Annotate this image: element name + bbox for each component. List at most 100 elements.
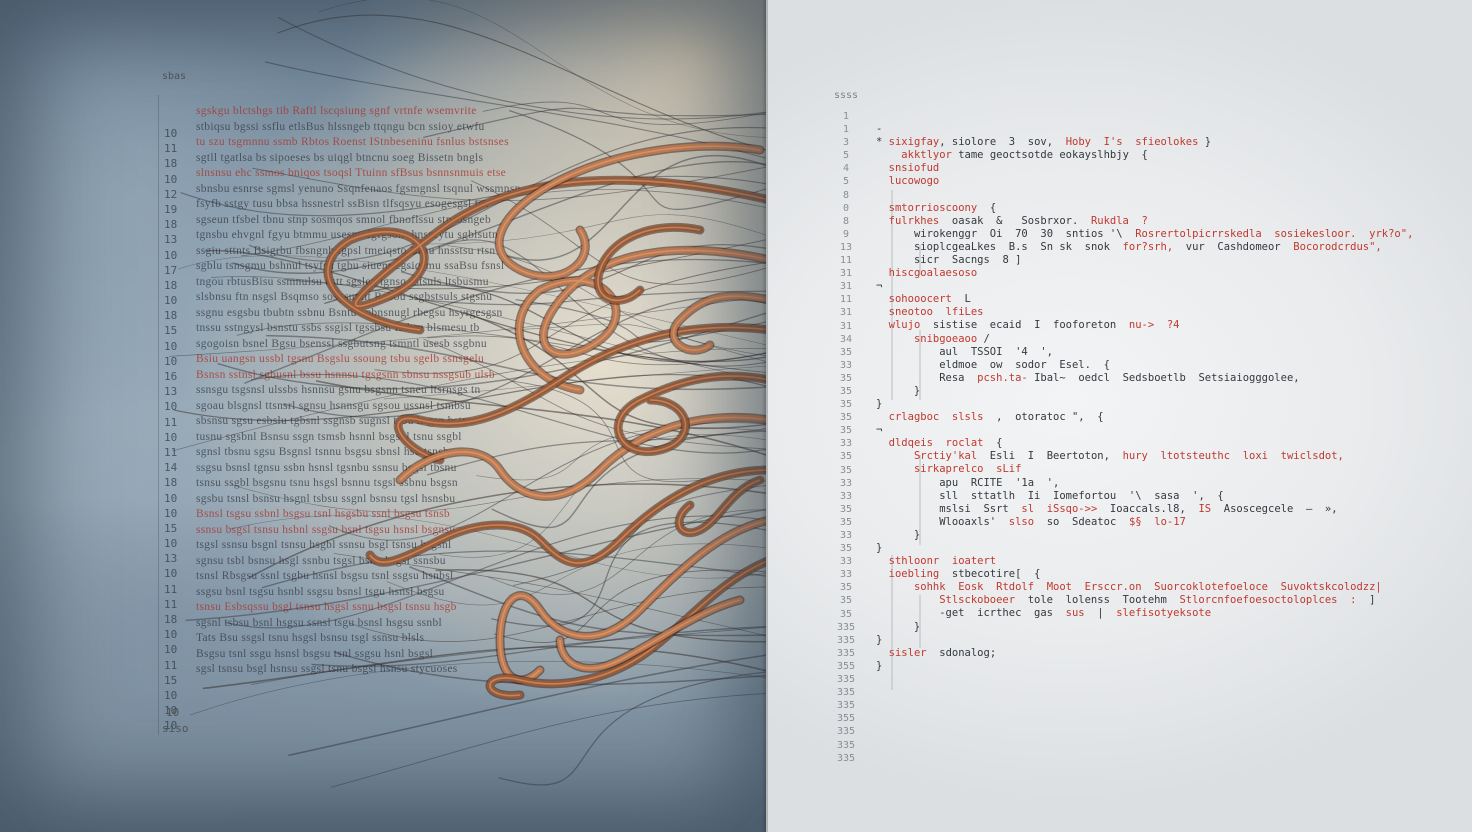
code-token-keyword: pcsh.ta- (977, 371, 1028, 384)
code-listing: - * sixigfay, siolore 3 sov, Hoby I's sfi… (876, 123, 1466, 673)
code-line: } (876, 385, 1466, 398)
code-token-text: { (1204, 489, 1224, 502)
code-token-text: Ii (1027, 489, 1054, 502)
code-token-text: aul TSSOI '4 ', (939, 345, 1054, 358)
code-token-text: } (876, 397, 883, 410)
code-token-keyword: akktlyor (901, 149, 952, 162)
code-token-keyword: ltotsteuthc (1160, 450, 1243, 463)
code-token-text: Wlooaxls' (939, 515, 997, 528)
code-token-text: L (951, 293, 971, 306)
wire-strand (277, 16, 766, 120)
code-token-text: { (1084, 411, 1104, 424)
code-line: aul TSSOI '4 ', (876, 346, 1466, 359)
code-token-keyword: Stlsckoboeer (939, 594, 1016, 607)
code-token-keyword: for?srh, (1122, 240, 1174, 253)
code-token-text: Beertoton, (1046, 450, 1110, 463)
code-line: } (876, 398, 1466, 411)
code-token-text: mslsi Ssrt (939, 502, 1022, 515)
code-token-keyword: nu-> ?4 (1128, 319, 1180, 332)
code-token-keyword: sl iSsqo->> (1021, 502, 1098, 515)
code-token-text: , (983, 411, 1016, 424)
code-token-keyword: fulrkhes (888, 214, 940, 227)
code-token-text: Ibal~ (1034, 371, 1066, 384)
code-token-keyword: sixigfay (888, 136, 940, 149)
code-token-text: – », (1293, 502, 1338, 515)
code-token-text: { (977, 201, 997, 214)
code-line: } (876, 621, 1466, 634)
code-line: sneotoo lfiLes (876, 306, 1466, 319)
code-token-text: Oi 70 30 (977, 227, 1066, 240)
code-token-text: eokayslhbjy { (1053, 149, 1148, 162)
code-line: ¬ (876, 424, 1466, 437)
code-token-text: - (876, 123, 883, 135)
code-token-keyword: ioebling (888, 568, 940, 581)
code-token-text: otoratoc ", (1015, 411, 1085, 424)
code-token-keyword: smtorrioscoony (888, 201, 978, 214)
code-line: sisler sdonalog; (876, 647, 1466, 660)
code-token-text: * (876, 136, 889, 149)
code-token-text: Iomefortou (1053, 489, 1117, 502)
code-token-text: sioplcgeaLkes B.s (913, 240, 1041, 253)
code-token-text: } (876, 659, 883, 672)
code-token-text: siolore 3 sov, (951, 136, 1066, 149)
code-token-text: eldmoe ow sodor Esel. { (939, 358, 1110, 371)
code-token-keyword: hury (1122, 450, 1148, 463)
code-line: sirkaprelco sLif (876, 463, 1466, 476)
code-token-keyword: slefisotyeksote (1116, 607, 1212, 620)
code-token-keyword: lucowogo (888, 175, 940, 188)
code-token-keyword: hiscgoalaesoso (888, 267, 978, 280)
wire-strand (330, 693, 766, 788)
code-line: } (876, 660, 1466, 673)
code-token-keyword: Srctiy'kal (913, 450, 978, 463)
ledger-panel: sbas 10 11 18 10 12 19 18 13 10 17 18 10 18 15 10 10 16 1… (0, 0, 766, 832)
code-token-text: so Sdeatoc (1046, 515, 1117, 528)
code-token-keyword: sisler (888, 646, 927, 659)
code-token-text: ¬ (876, 424, 883, 437)
code-token-keyword: Hoby I's (1065, 136, 1136, 149)
code-token-keyword: sus (1065, 607, 1085, 620)
code-token-text: '1a ', (1015, 476, 1060, 489)
code-token-keyword: Stlorcnfoefoesoctoloplces : (1179, 594, 1357, 607)
code-line: - (876, 123, 1466, 136)
code-token-text: } (876, 633, 883, 646)
code-line: eldmoe ow sodor Esel. { (876, 359, 1466, 372)
code-token-text: wirokenggr (913, 227, 978, 240)
code-token-keyword: dldqeis roclat (888, 437, 984, 450)
code-token-text: } (876, 384, 921, 397)
code-line: -get icrthec gas sus | slefisotyeksote (876, 607, 1466, 620)
code-line: wlujo sistise ecaid I fooforeton nu-> ?4 (876, 319, 1466, 332)
code-token-text: sasa ', (1154, 489, 1205, 502)
code-token-text: ] (1356, 594, 1376, 607)
code-line: wirokenggr Oi 70 30 sntios '\ Rosrertolp… (876, 228, 1466, 241)
code-token-keyword: sneotoo lfiLes (888, 306, 984, 319)
code-token-text: Sn sk snok (1040, 240, 1123, 253)
code-token-text: sll sttatlh (939, 489, 1028, 502)
code-line: hiscgoalaesoso (876, 267, 1466, 280)
code-token-text: } (876, 542, 883, 554)
code-token-text: stbecotire[ { (951, 568, 1041, 581)
code-token-keyword: yrk?o", (1369, 227, 1414, 240)
